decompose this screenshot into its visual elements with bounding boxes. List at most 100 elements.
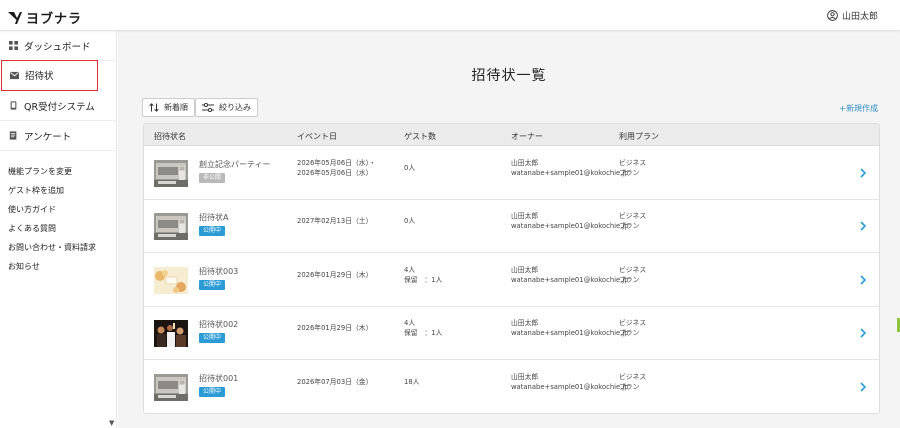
user-name: 山田太郎 <box>841 12 878 22</box>
status-badge: 公開中 <box>199 279 226 290</box>
page-title: 招待状一覧 <box>471 68 547 84</box>
table-row[interactable]: 招待状001 公開中 2026年07月03日（金） 18人 山田太郎 watanabe+s… <box>144 361 879 413</box>
sidebar-item-invitations[interactable]: 招待状 <box>1 60 98 91</box>
owner-email: watanabe+sample01@kokochie.jp <box>511 275 629 284</box>
owner-name: 山田太郎 <box>511 212 539 221</box>
guest-count: 4人 保留 ：1人 <box>404 265 442 285</box>
column-header-plan: 利用プラン <box>619 132 659 141</box>
guest-count: 4人 保留 ：1人 <box>404 318 442 338</box>
owner-email: watanabe+sample01@kokochie.jp <box>511 222 629 231</box>
plan: ビジネス プラン <box>619 318 646 338</box>
chevron-right-icon <box>860 221 867 231</box>
chevron-right-icon <box>860 168 867 178</box>
guest-count-total: 4人 <box>404 319 416 328</box>
create-new-link[interactable]: +新規作成 <box>839 103 878 114</box>
plan-line: ビジネス <box>619 319 647 328</box>
plan: ビジネス プラン <box>619 211 646 231</box>
plan-line: プラン <box>619 222 640 231</box>
event-date-line: 2027年02月13日（土） <box>297 217 373 226</box>
event-date-line: 2026年07月03日（金） <box>297 377 373 386</box>
invitation-thumbnail[interactable] <box>154 266 188 294</box>
event-date-line: 2026年05月06日（水） <box>297 169 373 177</box>
invitation-name[interactable]: 招待状001 <box>199 373 238 384</box>
user-menu[interactable]: 山田太郎 <box>827 9 878 22</box>
event-date: 2026年01月29日（木） <box>297 323 372 333</box>
link-change-plan[interactable]: 機能プランを変更 <box>8 162 96 181</box>
sidebar-item-survey[interactable]: アンケート <box>0 121 117 151</box>
link-news[interactable]: お知らせ <box>8 257 96 276</box>
link-add-guest-slots[interactable]: ゲスト枠を追加 <box>8 181 96 200</box>
invitation-thumbnail[interactable] <box>154 160 188 187</box>
event-date: 2026年05月06日（水）・ 2026年05月06日（水） <box>297 158 376 178</box>
guest-count-total: 18人 <box>404 377 420 386</box>
guest-count: 0人 <box>404 216 415 226</box>
invitation-thumbnail[interactable] <box>154 373 188 401</box>
sidebar-item-label: ダッシュボード <box>24 41 91 53</box>
sort-button[interactable]: 新着順 <box>142 98 195 117</box>
link-usage-guide[interactable]: 使い方ガイド <box>8 200 96 219</box>
invitation-thumbnail[interactable] <box>154 320 188 348</box>
sidebar-links: 機能プランを変更 ゲスト枠を追加 使い方ガイド よくある質問 お問い合わせ・資料… <box>8 162 96 276</box>
sidebar-item-qr-reception[interactable]: QR受付システム <box>0 91 117 121</box>
link-contact[interactable]: お問い合わせ・資料請求 <box>8 238 96 257</box>
table-row[interactable]: 招待状A 公開中 2027年02月13日（土） 0人 山田太郎 watanabe+samp… <box>144 200 879 254</box>
event-date-line: 2026年01月29日（木） <box>297 270 373 279</box>
invitation-name[interactable]: 招待状002 <box>199 319 238 330</box>
owner: 山田太郎 watanabe+sample01@kokochie.jp <box>511 372 629 392</box>
phone-icon <box>10 101 17 110</box>
plan-line: プラン <box>619 329 640 338</box>
status-badge: 公開中 <box>199 333 226 344</box>
event-date: 2026年01月29日（木） <box>297 270 372 280</box>
top-bar: ヨブナラ 山田太郎 <box>0 0 900 31</box>
filter-button[interactable]: 絞り込み <box>195 98 258 117</box>
sidebar-item-label: アンケート <box>24 131 72 143</box>
guest-count: 18人 <box>404 377 419 387</box>
guest-count-total: 0人 <box>404 217 416 226</box>
table-row[interactable]: 招待状002 公開中 2026年01月29日（木） 4人 保留 ：1人 山田太郎 watan… <box>144 307 879 361</box>
table-row[interactable]: 招待状003 公開中 2026年01月29日（木） 4人 保留 ：1人 山田太郎 watan… <box>144 254 879 307</box>
sidebar-scroll-down[interactable]: ▼ <box>109 419 114 427</box>
table-row[interactable]: 創立記念パーティー 非公開 2026年05月06日（水）・ 2026年05月06日（水… <box>144 147 879 200</box>
event-date-line: 2026年05月06日（水）・ <box>297 159 376 167</box>
event-date-line: 2026年01月29日（木） <box>297 324 373 333</box>
guest-count-pending: 保留 ：1人 <box>404 275 443 284</box>
owner: 山田太郎 watanabe+sample01@kokochie.jp <box>511 318 629 338</box>
table-header: 招待状名 イベント日 ゲスト数 オーナー 利用プラン <box>144 124 879 146</box>
survey-icon <box>9 131 17 140</box>
status-badge: 公開中 <box>199 226 226 237</box>
guest-count-total: 0人 <box>404 164 416 172</box>
user-icon <box>827 10 838 21</box>
status-badge: 非公開 <box>199 173 226 183</box>
owner-email: watanabe+sample01@kokochie.jp <box>511 382 629 391</box>
plan-line: ビジネス <box>619 265 647 274</box>
plan: ビジネス プラン <box>619 158 646 178</box>
status-badge: 公開中 <box>199 386 226 397</box>
sidebar-item-dashboard[interactable]: ダッシュボード <box>0 31 117 61</box>
owner-email: watanabe+sample01@kokochie.jp <box>511 329 629 338</box>
plan-line: ビジネス <box>619 212 647 221</box>
invitation-name[interactable]: 招待状003 <box>199 266 238 277</box>
invitation-name[interactable]: 招待状A <box>199 212 228 223</box>
column-header-owner: オーナー <box>511 132 543 141</box>
plan-line: プラン <box>619 382 640 391</box>
invitation-name[interactable]: 創立記念パーティー <box>199 159 271 170</box>
chevron-right-icon <box>860 328 867 338</box>
link-faq[interactable]: よくある質問 <box>8 219 96 238</box>
invitation-thumbnail[interactable] <box>154 213 188 241</box>
event-date: 2026年07月03日（金） <box>297 377 372 387</box>
plan: ビジネス プラン <box>619 372 646 392</box>
owner-name: 山田太郎 <box>511 159 539 167</box>
brand-logo[interactable]: ヨブナラ <box>8 8 82 27</box>
sort-label: 新着順 <box>164 103 188 112</box>
event-date: 2027年02月13日（土） <box>297 216 372 226</box>
sidebar: ダッシュボード 招待状 QR受付システム アンケート 機能プランを変更 ゲスト枠… <box>0 31 117 428</box>
column-header-name: 招待状名 <box>154 132 186 141</box>
filter-icon <box>202 103 214 112</box>
dashboard-icon <box>9 41 18 50</box>
plan-line: ビジネス <box>619 159 647 167</box>
owner-name: 山田太郎 <box>511 265 539 274</box>
guest-count-pending: 保留 ：1人 <box>404 329 443 338</box>
owner-name: 山田太郎 <box>511 319 539 328</box>
owner: 山田太郎 watanabe+sample01@kokochie.jp <box>511 158 629 178</box>
sidebar-item-label: QR受付システム <box>24 101 95 113</box>
